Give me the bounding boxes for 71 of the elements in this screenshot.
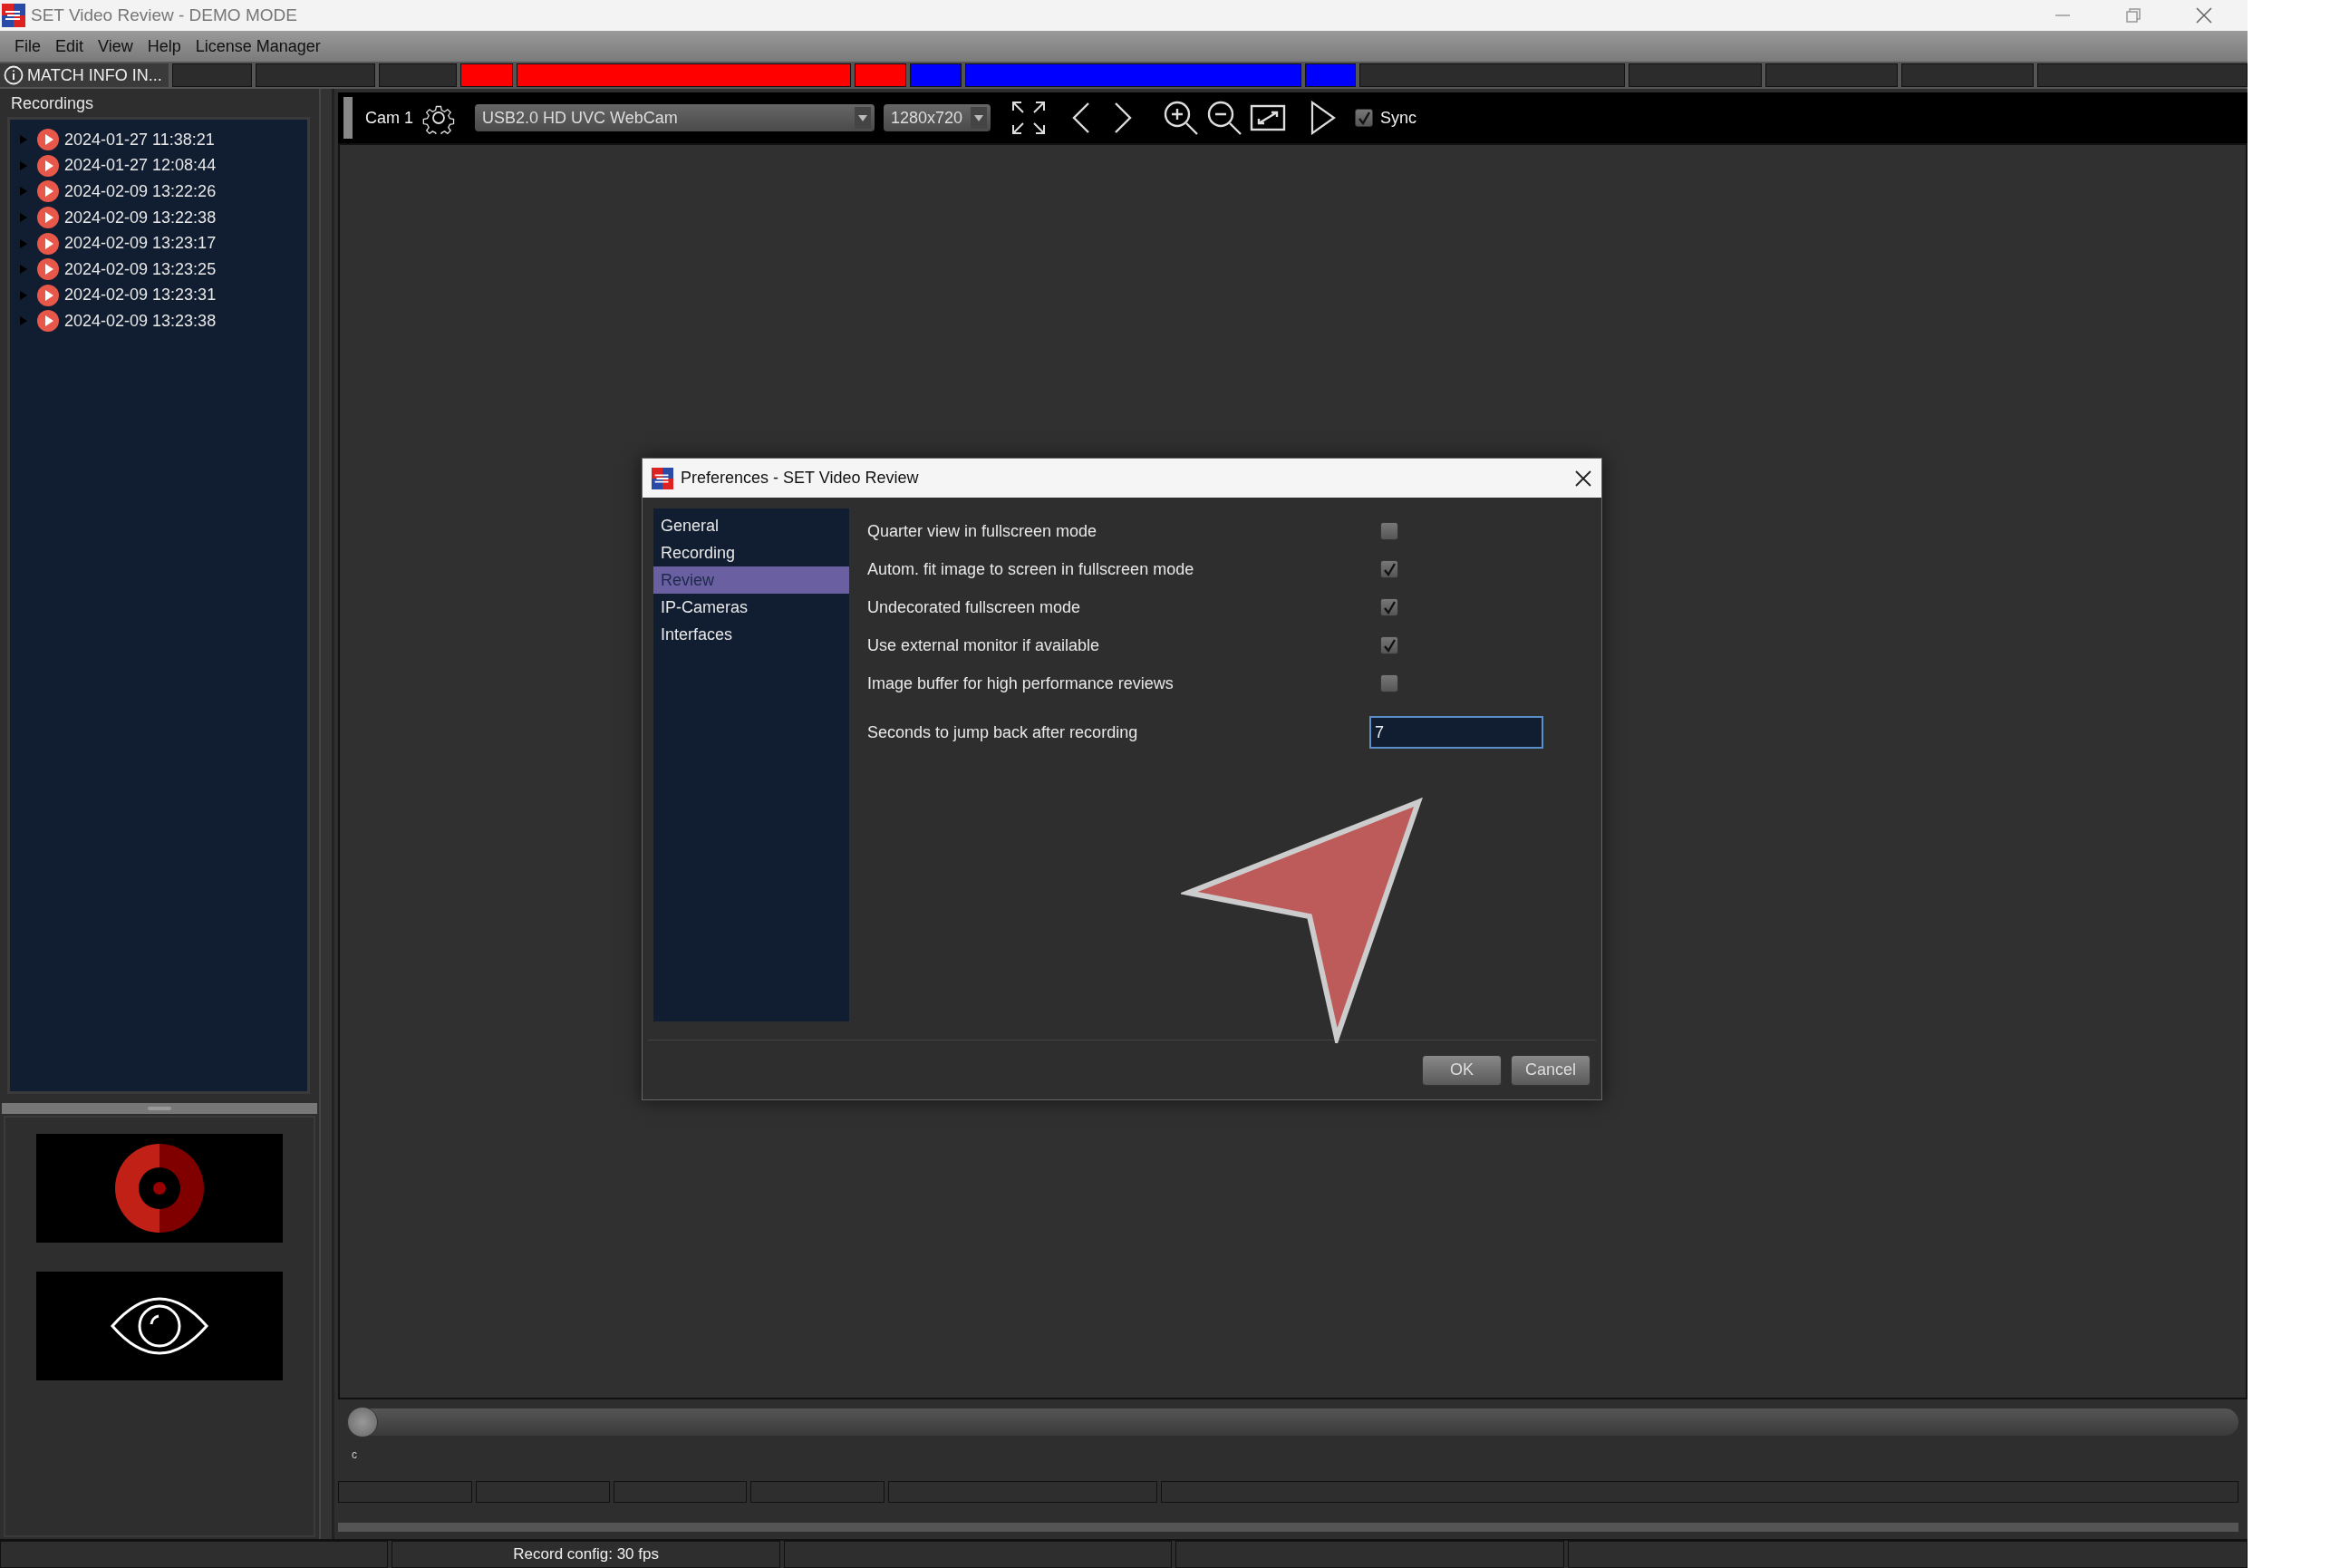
session-list-item[interactable]: 2024-01-27 11:38:21 — [10, 127, 307, 153]
setting-label: Seconds to jump back after recording — [867, 722, 1139, 742]
dialog-button[interactable]: Cancel — [1511, 1054, 1590, 1086]
setting-label: Undecorated fullscreen mode — [867, 597, 1082, 617]
fit-to-screen-icon[interactable] — [1250, 103, 1286, 132]
camera-label: Cam 1 — [365, 108, 413, 128]
resolution-dropdown[interactable]: 1280x720 — [884, 104, 991, 131]
match-info-button[interactable]: MATCH INFO IN... — [0, 63, 169, 87]
close-icon[interactable] — [1574, 469, 1592, 488]
nav-item[interactable]: Recording — [653, 539, 849, 566]
menu-item[interactable]: Help — [145, 34, 183, 58]
input-field[interactable]: 7 — [1369, 716, 1543, 749]
review-button[interactable] — [36, 1272, 283, 1380]
caret-icon — [855, 107, 871, 129]
menu-item[interactable]: License Manager — [193, 34, 323, 58]
menu-item[interactable]: File — [13, 34, 43, 58]
session-list-item[interactable]: 2024-02-09 13:22:26 — [10, 179, 307, 205]
sync-checkbox[interactable] — [1355, 109, 1373, 127]
splitter-handle[interactable] — [2, 1103, 317, 1114]
eye-icon — [111, 1297, 208, 1355]
camera-dropdown[interactable]: USB2.0 HD UVC WebCam — [475, 104, 875, 131]
app-logo-icon — [652, 467, 673, 489]
play-icon[interactable] — [1310, 101, 1337, 135]
previous-icon[interactable] — [1070, 102, 1092, 134]
setting-label: Image buffer for high performance reviews — [867, 673, 1175, 693]
timeline-slider[interactable] — [347, 1408, 2238, 1436]
info-icon — [4, 65, 24, 85]
next-icon[interactable] — [1112, 102, 1134, 134]
setting-checkbox[interactable] — [1380, 636, 1398, 654]
session-list-item[interactable]: 2024-02-09 13:23:38 — [10, 308, 307, 334]
play-icon — [37, 129, 59, 151]
play-icon — [37, 154, 59, 177]
setting-label: Autom. fit image to screen in fullscreen mode — [867, 559, 1195, 579]
nav-item[interactable]: IP-Cameras — [653, 594, 849, 621]
zoom-out-icon[interactable] — [1206, 100, 1242, 136]
menu-item[interactable]: Edit — [53, 34, 86, 58]
status-bar-cell: Record config: 30 fps — [392, 1541, 780, 1568]
play-icon — [37, 258, 59, 281]
dialog-title: Preferences - SET Video Review — [681, 469, 920, 488]
setting-checkbox[interactable] — [1380, 522, 1398, 540]
session-list-item[interactable]: 2024-02-09 13:23:31 — [10, 282, 307, 309]
sync-label: Sync — [1380, 108, 1417, 128]
play-icon — [37, 310, 59, 333]
record-button[interactable] — [36, 1134, 283, 1243]
session-list-item[interactable]: 2024-02-09 13:22:38 — [10, 204, 307, 231]
dialog-button[interactable]: OK — [1422, 1054, 1502, 1086]
play-icon — [37, 180, 59, 203]
play-icon — [37, 207, 59, 229]
slider-thumb[interactable] — [347, 1407, 378, 1437]
nav-item[interactable]: General — [653, 512, 849, 539]
window-title: SET Video Review - DEMO MODE — [31, 5, 298, 25]
fullscreen-icon[interactable] — [1010, 100, 1047, 136]
toolbar-handle[interactable] — [343, 97, 353, 139]
session-list-item[interactable]: 2024-02-09 13:23:25 — [10, 256, 307, 283]
setting-label: Use external monitor if available — [867, 635, 1101, 655]
play-icon — [37, 284, 59, 306]
nav-item[interactable]: Interfaces — [653, 621, 849, 648]
setting-checkbox[interactable] — [1380, 560, 1398, 578]
setting-label: Quarter view in fullscreen mode — [867, 521, 1098, 541]
caret-icon — [971, 107, 987, 129]
record-target-icon — [115, 1144, 204, 1233]
session-list-item[interactable]: 2024-01-27 12:08:44 — [10, 152, 307, 179]
restore-icon[interactable] — [2124, 6, 2142, 24]
tick-label: c — [352, 1448, 357, 1463]
zoom-in-icon[interactable] — [1163, 100, 1199, 136]
setting-checkbox[interactable] — [1380, 598, 1398, 616]
play-icon — [37, 232, 59, 255]
session-list-item[interactable]: 2024-02-09 13:23:17 — [10, 230, 307, 256]
menu-item[interactable]: View — [96, 34, 135, 58]
setting-checkbox[interactable] — [1380, 674, 1398, 692]
panel-title: Recordings — [10, 93, 95, 114]
